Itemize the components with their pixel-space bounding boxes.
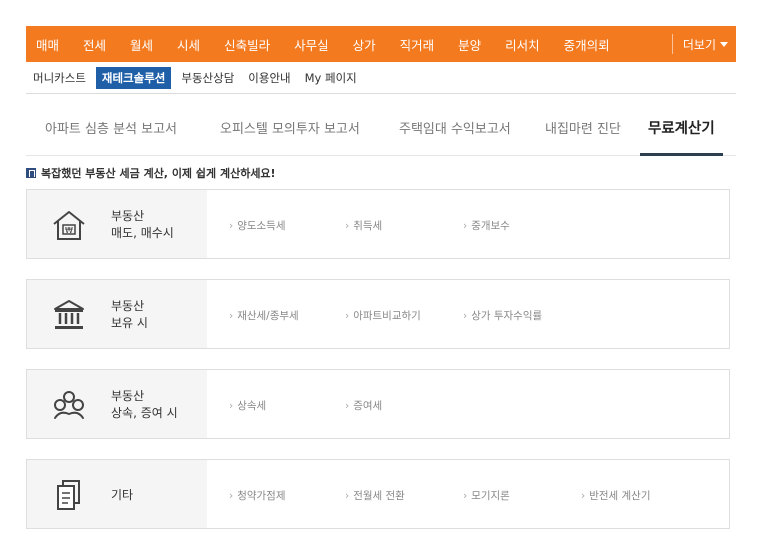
tab-apartment-report[interactable]: 아파트 심층 분석 보고서 [45, 100, 177, 156]
link-acquisition-tax[interactable]: › 취득세 [345, 218, 382, 233]
top-nav-item-wolse[interactable]: 월세 [118, 26, 165, 62]
category-line1: 부동산 [111, 299, 145, 313]
family-hands-icon [54, 391, 84, 419]
chevron-right-icon: › [345, 400, 350, 412]
category-text: 부동산 상속, 증여 시 [111, 388, 178, 422]
link-mortgage-loan[interactable]: › 모기지론 [463, 488, 510, 503]
top-nav-item-maemae[interactable]: 매매 [26, 26, 71, 62]
notice-line: 복잡했던 부동산 세금 계산, 이제 쉽게 계산하세요! [26, 165, 276, 181]
tab-rental-report[interactable]: 주택임대 수익보고서 [399, 100, 511, 156]
calc-category-other: 기타 › 청약가점제 › 전월세 전환 › 모기지론 › 반전세 계산기 [26, 459, 730, 529]
category-line1: 기타 [111, 488, 134, 502]
top-nav-item-sise[interactable]: 시세 [165, 26, 212, 62]
link-shop-yield[interactable]: › 상가 투자수익률 [463, 308, 542, 323]
category-text: 기타 [111, 487, 133, 504]
tab-home-diagnosis[interactable]: 내집마련 진단 [545, 100, 621, 156]
category-line1: 부동산 [111, 389, 145, 403]
category-text: 부동산 매도, 매수시 [111, 208, 174, 242]
calc-category-trade: ₩ 부동산 매도, 매수시 › 양도소득세 › 취득세 › 중개보수 [26, 189, 730, 259]
category-label-area: ₩ 부동산 매도, 매수시 [27, 190, 207, 258]
category-links: › 상속세 › 증여세 [207, 370, 729, 438]
sub-nav-item-mypage[interactable]: My 페이지 [298, 67, 364, 89]
bank-building-icon [54, 300, 84, 329]
category-label-area: 부동산 보유 시 [27, 280, 207, 348]
chevron-down-icon [720, 41, 728, 47]
sub-nav-item-moneycast[interactable]: 머니카스트 [26, 67, 93, 89]
link-inheritance-tax[interactable]: › 상속세 [229, 398, 266, 413]
top-nav-item-direct[interactable]: 직거래 [388, 26, 447, 62]
report-tabs: 아파트 심층 분석 보고서 오피스텔 모의투자 보고서 주택임대 수익보고서 내… [26, 100, 736, 156]
notice-flag-icon [26, 168, 36, 178]
chevron-right-icon: › [229, 310, 234, 322]
link-brokerage-fee[interactable]: › 중개보수 [463, 218, 510, 233]
sub-nav-item-guide[interactable]: 이용안내 [241, 67, 297, 89]
link-semi-jeonse-calculator[interactable]: › 반전세 계산기 [581, 488, 651, 503]
category-line2: 매도, 매수시 [111, 226, 174, 240]
chevron-right-icon: › [463, 490, 468, 502]
category-links: › 양도소득세 › 취득세 › 중개보수 [207, 190, 729, 258]
chevron-right-icon: › [581, 490, 586, 502]
chevron-right-icon: › [345, 220, 350, 232]
notice-text: 복잡했던 부동산 세금 계산, 이제 쉽게 계산하세요! [41, 167, 276, 180]
link-subscription-points[interactable]: › 청약가점제 [229, 488, 286, 503]
top-nav-item-research[interactable]: 리서치 [493, 26, 552, 62]
category-links: › 청약가점제 › 전월세 전환 › 모기지론 › 반전세 계산기 [207, 460, 729, 528]
top-nav-item-jeonse[interactable]: 전세 [71, 26, 118, 62]
category-line2: 보유 시 [111, 316, 148, 330]
link-apartment-compare[interactable]: › 아파트비교하기 [345, 308, 421, 323]
chevron-right-icon: › [229, 220, 234, 232]
chevron-right-icon: › [345, 490, 350, 502]
more-menu-label: 더보기 [682, 37, 716, 52]
sub-nav-item-consult[interactable]: 부동산상담 [174, 67, 241, 89]
link-capital-gains-tax[interactable]: › 양도소득세 [229, 218, 286, 233]
link-gift-tax[interactable]: › 증여세 [345, 398, 382, 413]
top-nav-item-new-villa[interactable]: 신축빌라 [212, 26, 282, 62]
chevron-right-icon: › [229, 490, 234, 502]
category-label-area: 부동산 상속, 증여 시 [27, 370, 207, 438]
sub-nav: 머니카스트 재테크솔루션 부동산상담 이용안내 My 페이지 [26, 62, 736, 94]
more-menu-button[interactable]: 더보기 [671, 34, 736, 54]
category-line2: 상속, 증여 시 [111, 406, 178, 420]
documents-icon [57, 480, 80, 510]
category-text: 부동산 보유 시 [111, 298, 148, 332]
chevron-right-icon: › [463, 220, 468, 232]
sub-nav-item-solution[interactable]: 재테크솔루션 [95, 66, 172, 89]
house-won-icon: ₩ [53, 211, 85, 240]
top-nav-item-presale[interactable]: 분양 [446, 26, 493, 62]
chevron-right-icon: › [229, 400, 234, 412]
top-nav: 매매 전세 월세 시세 신축빌라 사무실 상가 직거래 분양 리서치 중개의뢰 … [26, 26, 736, 62]
category-line1: 부동산 [111, 209, 145, 223]
link-property-tax[interactable]: › 재산세/종부세 [229, 308, 299, 323]
svg-text:₩: ₩ [65, 226, 73, 235]
calc-category-holding: 부동산 보유 시 › 재산세/종부세 › 아파트비교하기 › 상가 투자수익률 [26, 279, 730, 349]
tab-officetel-report[interactable]: 오피스텔 모의투자 보고서 [220, 100, 360, 156]
calc-category-inheritance: 부동산 상속, 증여 시 › 상속세 › 증여세 [26, 369, 730, 439]
top-nav-item-office[interactable]: 사무실 [282, 26, 341, 62]
top-nav-item-shop[interactable]: 상가 [341, 26, 388, 62]
chevron-right-icon: › [345, 310, 350, 322]
tab-free-calculator[interactable]: 무료계산기 [640, 100, 723, 156]
category-links: › 재산세/종부세 › 아파트비교하기 › 상가 투자수익률 [207, 280, 729, 348]
top-nav-item-brokerage[interactable]: 중개의뢰 [552, 26, 622, 62]
link-jeonse-conversion[interactable]: › 전월세 전환 [345, 488, 405, 503]
category-label-area: 기타 [27, 460, 207, 528]
chevron-right-icon: › [463, 310, 468, 322]
